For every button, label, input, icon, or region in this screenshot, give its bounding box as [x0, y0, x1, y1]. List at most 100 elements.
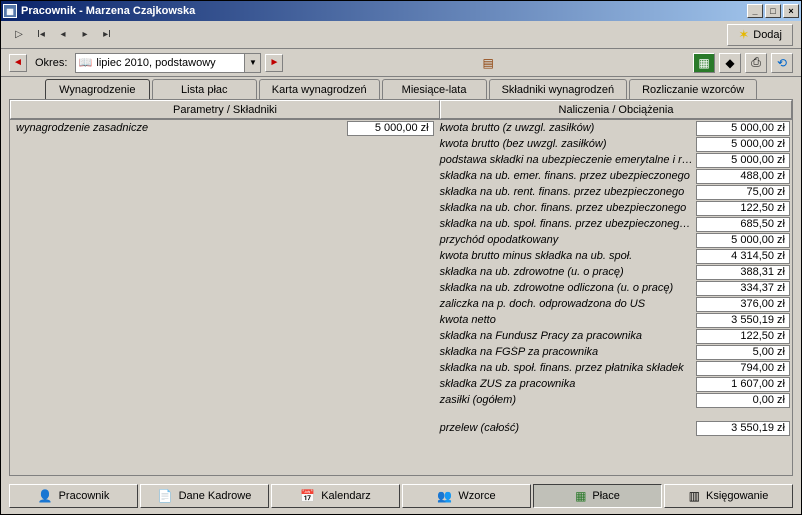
tab-karta-wynagrodzen[interactable]: Karta wynagrodzeń	[259, 79, 380, 99]
star-icon: ✶	[738, 27, 749, 43]
calc-value: 75,00 zł	[696, 185, 790, 200]
period-label: Okres:	[35, 57, 67, 69]
tab-miesiace-lata[interactable]: Miesiące-lata	[382, 79, 487, 99]
calc-label: składka na Fundusz Pracy za pracownika	[434, 330, 696, 342]
calc-label: podstawa składki na ubezpieczenie emeryt…	[434, 154, 696, 166]
grid-row: kwota brutto (bez uwzgl. zasiłków)5 000,…	[10, 136, 792, 152]
next-icon[interactable]: ▸	[75, 25, 95, 45]
calc-value: 1 607,00 zł	[696, 377, 790, 392]
top-tabs: Wynagrodzenie Lista płac Karta wynagrodz…	[1, 79, 801, 99]
calc-value: 376,00 zł	[696, 297, 790, 312]
calc-label: składka na ub. społ. finans. przez ubezp…	[434, 218, 696, 230]
close-button[interactable]: ×	[783, 4, 799, 18]
minimize-button[interactable]: _	[747, 4, 763, 18]
calc-label: składka na ub. zdrowotne odliczona (u. o…	[434, 282, 696, 294]
maximize-button[interactable]: □	[765, 4, 781, 18]
tab-rozliczanie[interactable]: Rozliczanie wzorców	[629, 79, 757, 99]
grid-row: składka na FGŚP za pracownika5,00 zł	[10, 344, 792, 360]
grid: wynagrodzenie zasadnicze5 000,00 złkwota…	[10, 120, 792, 475]
window: ▦ Pracownik - Marzena Czajkowska _ □ × ▷…	[0, 0, 802, 515]
calc-value: 388,31 zł	[696, 265, 790, 280]
period-prev-button[interactable]: ◄	[9, 54, 27, 72]
calc-value: 4 314,50 zł	[696, 249, 790, 264]
dropdown-icon[interactable]: ▼	[244, 54, 260, 72]
window-title: Pracownik - Marzena Czajkowska	[21, 5, 747, 17]
tab-lista-plac[interactable]: Lista płac	[152, 79, 257, 99]
calc-label: składka na ub. chor. finans. przez ubezp…	[434, 202, 696, 214]
col-header-right: Naliczenia / Obciążenia	[440, 100, 792, 119]
print-icon[interactable]: ⎙	[745, 53, 767, 73]
calc-label: przychód opodatkowany	[434, 234, 696, 246]
btab-wzorce[interactable]: 👥Wzorce	[402, 484, 531, 508]
calc-value: 3 550,19 zł	[696, 313, 790, 328]
grid-row-footer: przelew (całość)3 550,19 zł	[10, 420, 792, 436]
calc-value: 334,37 zł	[696, 281, 790, 296]
param-value[interactable]: 5 000,00 zł	[347, 121, 434, 136]
calc-label: zaliczka na p. doch. odprowadzona do US	[434, 298, 696, 310]
calc-value: 5,00 zł	[696, 345, 790, 360]
window-buttons: _ □ ×	[747, 4, 799, 18]
person-icon: 👤	[38, 489, 53, 503]
calc-label: składka na ub. rent. finans. przez ubezp…	[434, 186, 696, 198]
period-input[interactable]	[94, 54, 244, 72]
btab-ksiegowanie[interactable]: ▥Księgowanie	[664, 484, 793, 508]
footer-label: przelew (całość)	[434, 422, 696, 434]
grid-row: składka na ub. zdrowotne (u. o pracę)388…	[10, 264, 792, 280]
grid-row: składka na ub. zdrowotne odliczona (u. o…	[10, 280, 792, 296]
add-button[interactable]: ✶ Dodaj	[727, 24, 793, 46]
calc-label: składka na ub. zdrowotne (u. o pracę)	[434, 266, 696, 278]
grid-row: składka na ub. rent. finans. przez ubezp…	[10, 184, 792, 200]
period-select[interactable]: 📖 ▼	[75, 53, 261, 73]
play-icon[interactable]: ▷	[9, 25, 29, 45]
calc-label: kwota brutto (bez uwzgl. zasiłków)	[434, 138, 696, 150]
period-next-button[interactable]: ►	[265, 54, 283, 72]
param-label: wynagrodzenie zasadnicze	[10, 122, 347, 134]
btab-kalendarz[interactable]: 📅Kalendarz	[271, 484, 400, 508]
grid-row: składka na ub. chor. finans. przez ubezp…	[10, 200, 792, 216]
tab-wynagrodzenie[interactable]: Wynagrodzenie	[45, 79, 150, 99]
btab-dane-kadrowe[interactable]: 📄Dane Kadrowe	[140, 484, 269, 508]
btab-pracownik[interactable]: 👤Pracownik	[9, 484, 138, 508]
calc-value: 794,00 zł	[696, 361, 790, 376]
grid-row: składka na ub. emer. finans. przez ubezp…	[10, 168, 792, 184]
calc-label: składka na ub. emer. finans. przez ubezp…	[434, 170, 696, 182]
add-label: Dodaj	[753, 29, 782, 41]
grid-row: podstawa składki na ubezpieczenie emeryt…	[10, 152, 792, 168]
column-headers: Parametry / Składniki Naliczenia / Obcią…	[10, 100, 792, 120]
calc-icon[interactable]: ▦	[693, 53, 715, 73]
grid-row: przychód opodatkowany5 000,00 zł	[10, 232, 792, 248]
calc-value: 0,00 zł	[696, 393, 790, 408]
footer-value: 3 550,19 zł	[696, 421, 790, 436]
calc-value: 5 000,00 zł	[696, 137, 790, 152]
calc-value: 685,50 zł	[696, 217, 790, 232]
doc-icon: 📄	[158, 489, 173, 503]
grid-row: składka na ub. społ. finans. przez płatn…	[10, 360, 792, 376]
refresh-icon[interactable]: ⟲	[771, 53, 793, 73]
ladder-icon[interactable]: ▤	[483, 56, 494, 70]
grid-icon: ▦	[575, 489, 586, 503]
last-icon[interactable]: ▸I	[97, 25, 117, 45]
first-icon[interactable]: I◂	[31, 25, 51, 45]
calc-label: składka na FGŚP za pracownika	[434, 346, 696, 358]
content-panel: Parametry / Składniki Naliczenia / Obcią…	[9, 99, 793, 476]
toolbar-primary: ▷ I◂ ◂ ▸ ▸I ✶ Dodaj	[1, 21, 801, 49]
calc-value: 122,50 zł	[696, 329, 790, 344]
right-toolbar: ▦ ◆ ⎙ ⟲	[693, 53, 793, 73]
prev-icon[interactable]: ◂	[53, 25, 73, 45]
calc-label: składka na ub. społ. finans. przez płatn…	[434, 362, 696, 374]
app-icon: ▦	[3, 4, 17, 18]
grid-row: kwota netto3 550,19 zł	[10, 312, 792, 328]
calc-label: kwota brutto (z uwzgl. zasiłków)	[434, 122, 696, 134]
grid-row: składka na ub. społ. finans. przez ubezp…	[10, 216, 792, 232]
book2-icon[interactable]: ◆	[719, 53, 741, 73]
calc-value: 5 000,00 zł	[696, 233, 790, 248]
calc-label: zasiłki (ogółem)	[434, 394, 696, 406]
calc-value: 122,50 zł	[696, 201, 790, 216]
tab-skladniki[interactable]: Składniki wynagrodzeń	[489, 79, 628, 99]
book-icon: 📖	[76, 56, 94, 69]
bottom-tabs: 👤Pracownik 📄Dane Kadrowe 📅Kalendarz 👥Wzo…	[1, 480, 801, 514]
ledger-icon: ▥	[689, 489, 700, 503]
btab-place[interactable]: ▦Płace	[533, 484, 662, 508]
calendar-icon: 📅	[300, 489, 315, 503]
grid-row: składka ZUS za pracownika1 607,00 zł	[10, 376, 792, 392]
